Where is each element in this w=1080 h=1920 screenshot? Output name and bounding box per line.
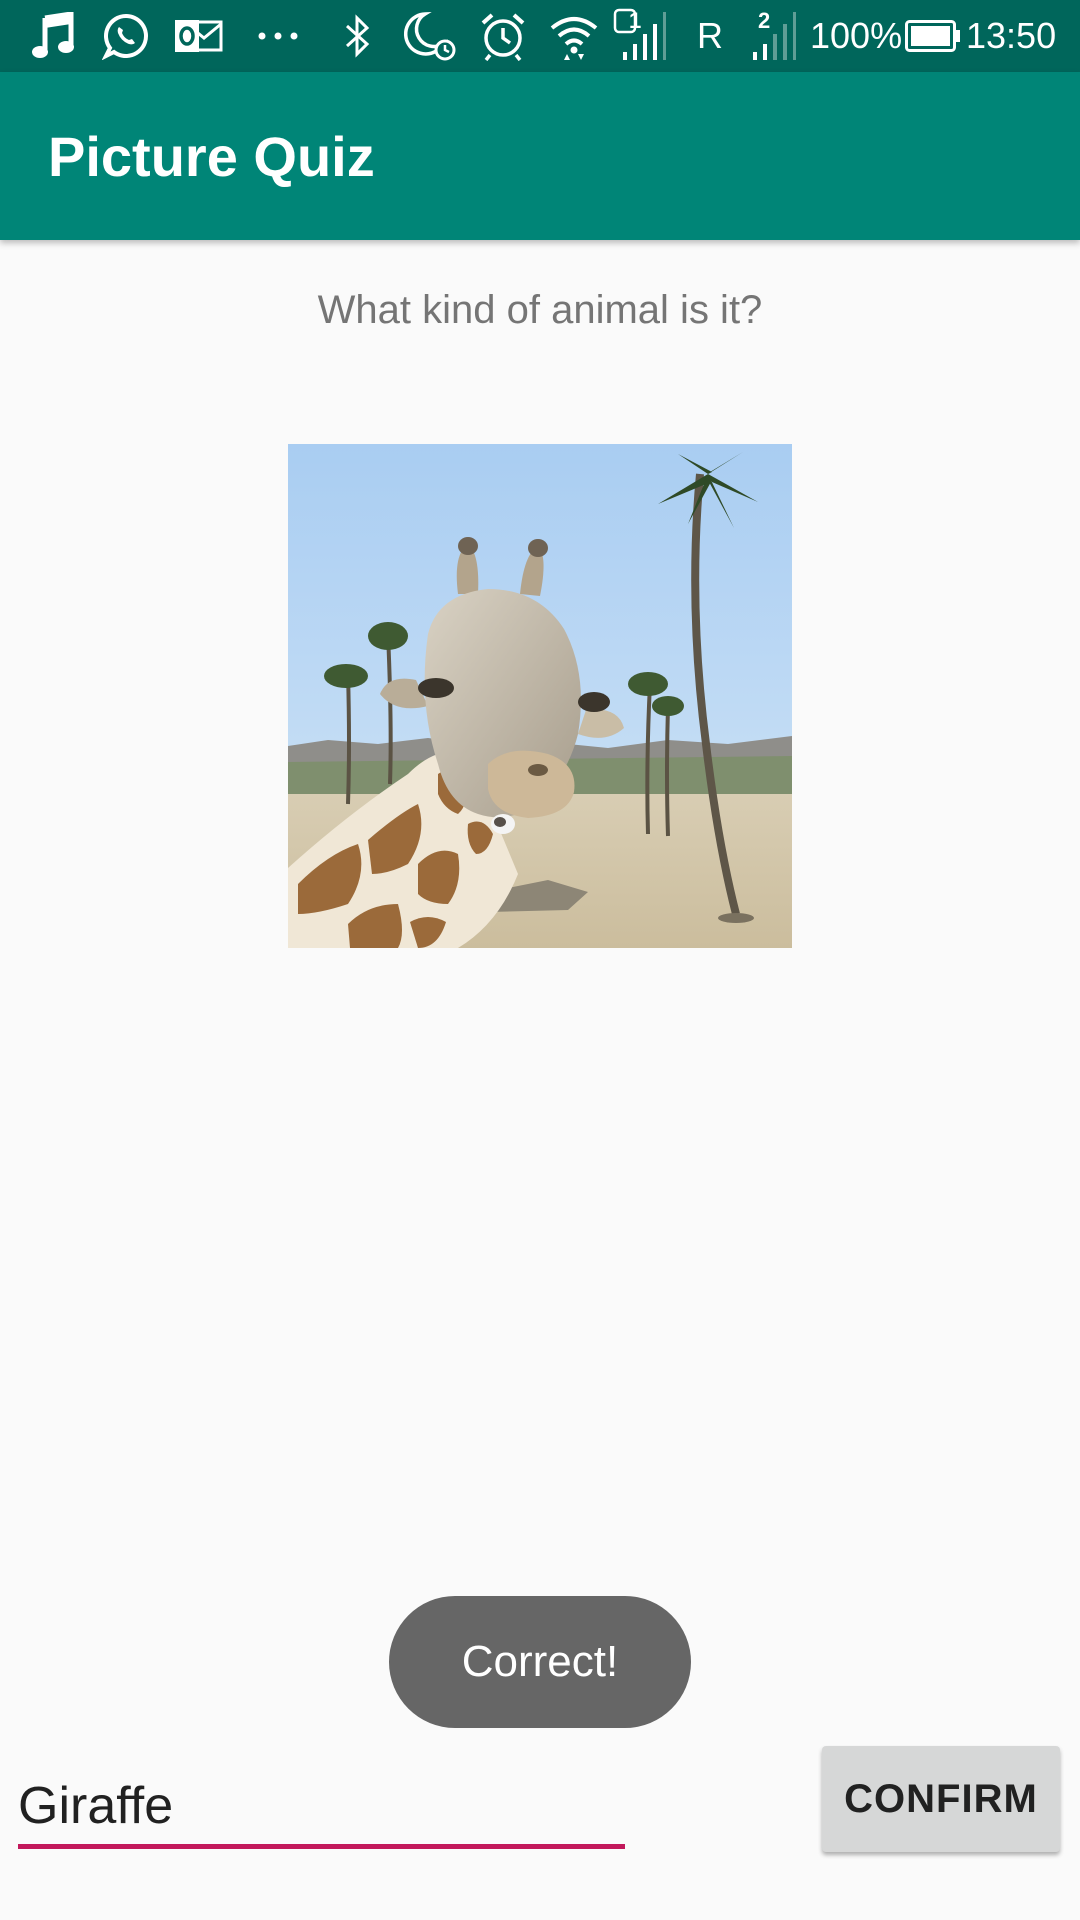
giraffe-photo bbox=[288, 444, 792, 948]
alarm-icon bbox=[478, 0, 528, 72]
toast-message: Correct! bbox=[389, 1596, 691, 1728]
app-bar: Picture Quiz bbox=[0, 72, 1080, 240]
signal-icon: 1 bbox=[612, 0, 668, 72]
question-text: What kind of animal is it? bbox=[317, 288, 763, 332]
outlook-icon bbox=[172, 0, 224, 72]
answer-input[interactable] bbox=[18, 1766, 625, 1846]
sim1-label: 1 bbox=[629, 8, 642, 33]
signal-2-icon: 2 bbox=[746, 0, 798, 72]
quiz-picture bbox=[288, 444, 792, 948]
battery-icon bbox=[904, 0, 962, 72]
music-icon bbox=[28, 0, 78, 72]
clock: 13:50 bbox=[966, 15, 1057, 56]
bluetooth-icon bbox=[340, 0, 376, 72]
wifi-icon bbox=[548, 0, 600, 72]
whatsapp-icon bbox=[100, 0, 152, 72]
more-dots-icon bbox=[254, 0, 302, 72]
roaming-indicator: R bbox=[697, 15, 723, 56]
status-bar: 1 R 2 100% 13:50 bbox=[0, 0, 1080, 72]
battery-percent: 100% bbox=[810, 15, 903, 56]
app-title: Picture Quiz bbox=[48, 124, 375, 188]
confirm-button[interactable]: CONFIRM bbox=[822, 1746, 1060, 1852]
answer-input-underline bbox=[18, 1844, 625, 1849]
sim2-label: 2 bbox=[758, 8, 771, 33]
do-not-disturb-moon-icon bbox=[402, 0, 458, 72]
